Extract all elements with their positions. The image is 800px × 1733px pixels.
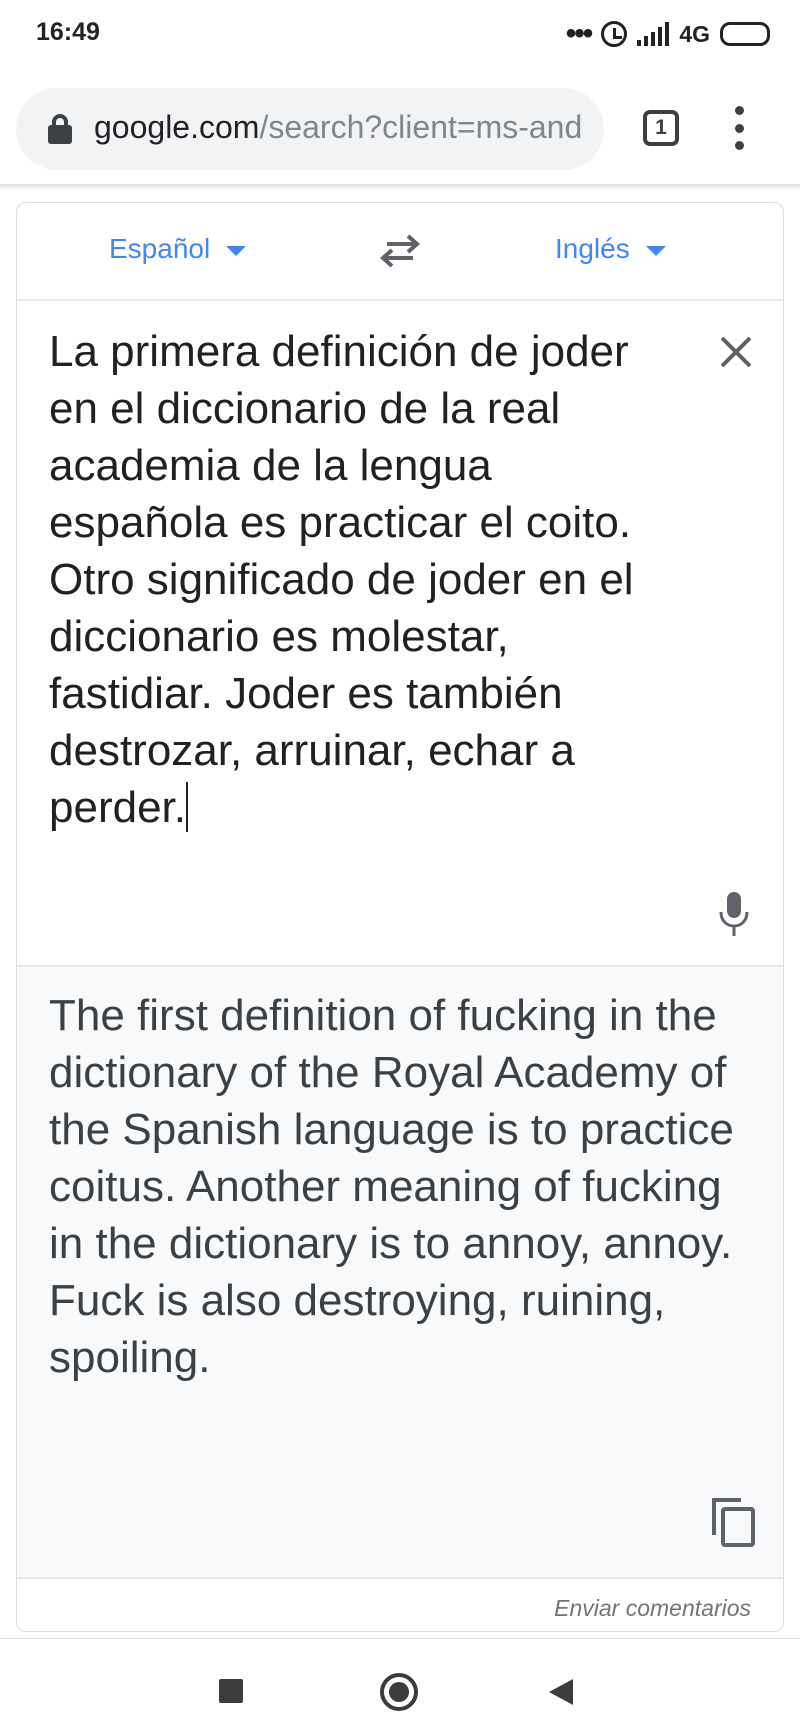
dropdown-arrow-icon (645, 246, 666, 256)
source-text[interactable]: La primera definición de joder en el dic… (49, 323, 669, 836)
toolbar-shadow (0, 184, 800, 190)
home-icon[interactable] (380, 1673, 418, 1711)
translate-card: Español Inglés La primera definición de … (16, 202, 784, 1632)
language-bar: Español Inglés (17, 203, 783, 301)
lock-icon (48, 114, 72, 144)
back-icon[interactable] (549, 1679, 573, 1705)
source-language-selector[interactable]: Español (109, 233, 247, 265)
address-bar[interactable]: google.com/search?client=ms-and (16, 88, 604, 170)
source-text-area[interactable]: La primera definición de joder en el dic… (17, 301, 783, 967)
copy-icon[interactable] (711, 1497, 755, 1547)
recent-apps-icon[interactable] (219, 1679, 243, 1703)
battery-icon (720, 22, 770, 46)
source-text-content: La primera definición de joder en el dic… (49, 327, 634, 832)
tabs-icon[interactable]: 1 (643, 110, 679, 146)
close-icon[interactable] (719, 335, 753, 369)
url-text[interactable]: google.com/search?client=ms-and (94, 109, 582, 146)
translation-area: The first definition of fucking in the d… (17, 967, 783, 1579)
url-host: google.com (94, 109, 260, 145)
status-time: 16:49 (36, 18, 100, 46)
text-cursor (185, 782, 188, 832)
network-type: 4G (679, 20, 710, 47)
alarm-icon (601, 21, 628, 47)
menu-icon[interactable] (734, 106, 744, 150)
system-navigation-bar (0, 1638, 800, 1733)
status-icons: ••• 4G (566, 16, 770, 52)
dropdown-arrow-icon (226, 246, 247, 256)
target-language-label: Inglés (555, 233, 630, 264)
mic-icon[interactable] (719, 891, 749, 937)
more-notifications-icon: ••• (565, 17, 593, 50)
status-bar: 16:49 ••• 4G (0, 0, 800, 68)
swap-icon[interactable] (379, 233, 421, 269)
translated-text: The first definition of fucking in the d… (49, 991, 734, 1382)
target-language-selector[interactable]: Inglés (555, 233, 666, 265)
browser-toolbar: google.com/search?client=ms-and 1 (0, 78, 800, 182)
source-language-label: Español (109, 233, 211, 264)
signal-icon (637, 22, 670, 46)
url-path: /search?client=ms-and (259, 109, 583, 145)
send-feedback-link[interactable]: Enviar comentarios (554, 1595, 751, 1622)
